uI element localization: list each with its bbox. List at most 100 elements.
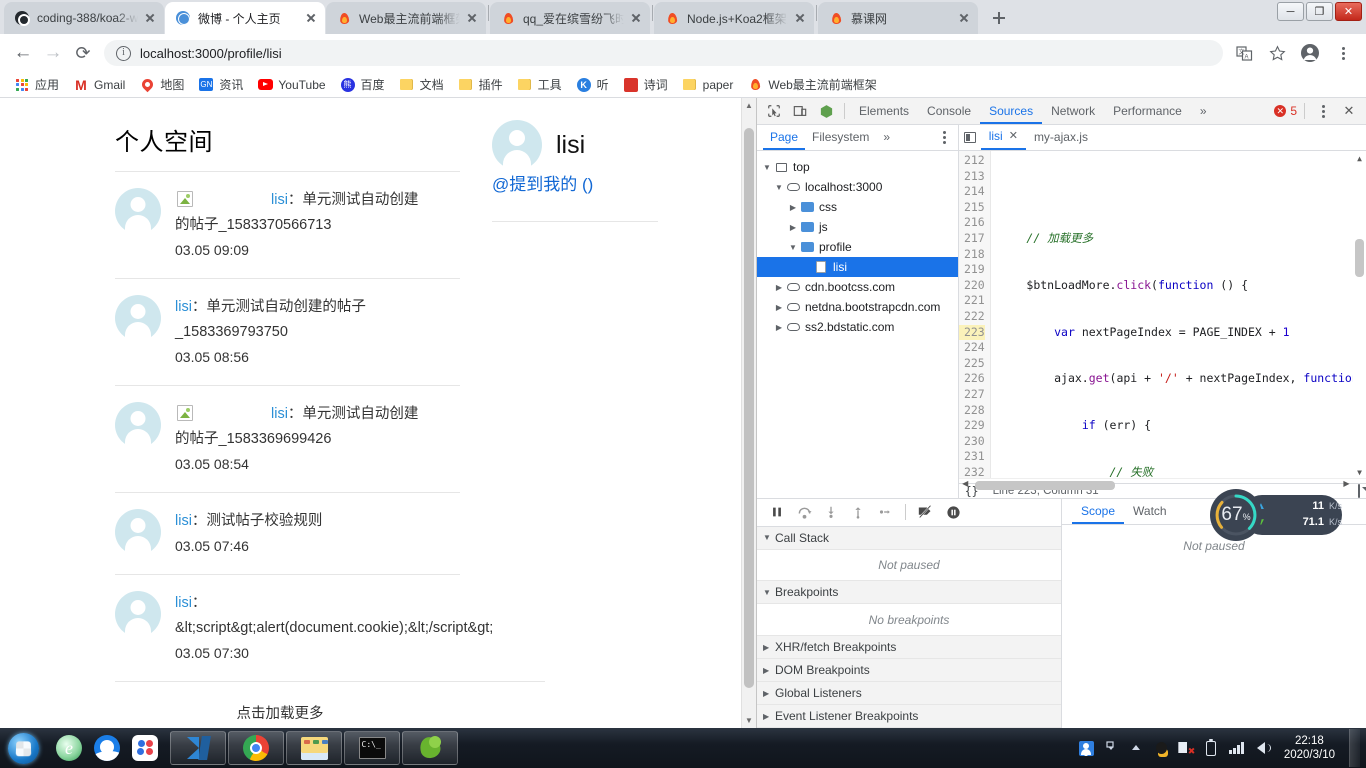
post-author[interactable]: lisi: [175, 595, 192, 611]
more-navigator-tabs-icon[interactable]: »: [876, 125, 897, 150]
minimize-button[interactable]: ─: [1277, 2, 1304, 21]
chevron-right-icon[interactable]: ▶: [787, 203, 799, 212]
chevron-right-icon[interactable]: ▶: [763, 666, 775, 675]
tree-node-profile[interactable]: ▼ profile: [757, 237, 958, 257]
close-icon[interactable]: [628, 10, 644, 26]
close-icon[interactable]: [142, 10, 158, 26]
bookmark-news[interactable]: GN 资讯: [192, 74, 249, 95]
signal-strength-icon[interactable]: [1228, 740, 1245, 757]
chrome-menu-icon[interactable]: [1328, 38, 1358, 68]
browser-tab-2[interactable]: Web最主流前端框架接触: [326, 2, 486, 34]
source-tab-my-ajax[interactable]: my-ajax.js: [1026, 125, 1096, 150]
step-into-icon[interactable]: [819, 500, 843, 524]
chevron-right-icon[interactable]: ▶: [773, 283, 785, 292]
tab-watch[interactable]: Watch: [1124, 499, 1176, 524]
mentions-link[interactable]: @提到我的 (): [492, 175, 593, 194]
bookmark-maps[interactable]: 地图: [133, 74, 190, 95]
network-error-icon[interactable]: [1178, 740, 1196, 757]
post-author[interactable]: lisi: [271, 406, 288, 422]
browser-tab-5[interactable]: 慕课网: [818, 2, 978, 34]
qq-icon[interactable]: [1153, 740, 1170, 757]
chevron-down-icon[interactable]: ▼: [787, 243, 799, 252]
bookmark-tools[interactable]: 工具: [511, 74, 568, 95]
bookmark-docs[interactable]: 文档: [393, 74, 450, 95]
section-header-dom-breakpoints[interactable]: ▶ DOM Breakpoints: [757, 659, 1061, 682]
profile-avatar-icon[interactable]: [1295, 38, 1325, 68]
close-icon[interactable]: [792, 10, 808, 26]
qq-browser-icon[interactable]: [90, 731, 124, 765]
bookmark-star-icon[interactable]: [1262, 38, 1292, 68]
maximize-button[interactable]: ❐: [1306, 2, 1333, 21]
tree-node-netdna[interactable]: ▶ netdna.bootstrapcdn.com: [757, 297, 958, 317]
deactivate-breakpoints-icon[interactable]: [914, 500, 938, 524]
scrollbar-thumb[interactable]: [1355, 239, 1364, 277]
section-header-event-listener-breakpoints[interactable]: ▶ Event Listener Breakpoints: [757, 705, 1061, 728]
close-window-button[interactable]: ✕: [1335, 2, 1362, 21]
tree-node-js[interactable]: ▶ js: [757, 217, 958, 237]
tree-node-cdn-bootcss[interactable]: ▶ cdn.bootcss.com: [757, 277, 958, 297]
chevron-right-icon[interactable]: ▶: [763, 643, 775, 652]
taskbar-nodejs-icon[interactable]: [402, 731, 458, 765]
scroll-down-arrow[interactable]: ▼: [1353, 465, 1366, 478]
device-toolbar-icon[interactable]: [787, 99, 813, 123]
navigator-menu-icon[interactable]: [932, 126, 958, 150]
post-author[interactable]: lisi: [175, 299, 192, 315]
scrollbar-thumb[interactable]: [744, 128, 754, 688]
bookmark-shici[interactable]: 诗词: [617, 74, 674, 95]
tab-elements[interactable]: Elements: [850, 98, 918, 124]
bookmark-baidu[interactable]: 熊 百度: [334, 74, 391, 95]
battery-icon[interactable]: [1203, 738, 1220, 757]
tab-filesystem[interactable]: Filesystem: [805, 125, 876, 150]
taskbar-vscode-icon[interactable]: [170, 731, 226, 765]
code-horizontal-scrollbar[interactable]: ◀ ▶: [958, 478, 1366, 491]
page-scrollbar[interactable]: ▲ ▼: [741, 98, 756, 728]
devtools-settings-icon[interactable]: [1310, 99, 1336, 123]
back-icon[interactable]: ←: [8, 38, 38, 68]
taskbar-file-explorer-icon[interactable]: [286, 731, 342, 765]
tab-network[interactable]: Network: [1042, 98, 1104, 124]
scroll-down-arrow[interactable]: ▼: [742, 713, 756, 728]
taskbar-clock[interactable]: 22:18 2020/3/10: [1278, 734, 1341, 762]
baidu-netdisk-icon[interactable]: [128, 731, 162, 765]
show-desktop-button[interactable]: [1349, 729, 1360, 767]
chevron-right-icon[interactable]: ▶: [773, 303, 785, 312]
tab-sources[interactable]: Sources: [980, 98, 1043, 124]
close-icon[interactable]: [303, 10, 319, 26]
bookmark-paper[interactable]: paper: [676, 75, 740, 95]
browser-tab-0[interactable]: coding-388/koa2-weib: [4, 2, 164, 34]
error-count-badge[interactable]: ✕ 5: [1274, 104, 1299, 118]
section-header-global-listeners[interactable]: ▶ Global Listeners: [757, 682, 1061, 705]
tab-page[interactable]: Page: [763, 125, 806, 150]
scroll-left-arrow[interactable]: ◀: [959, 479, 972, 492]
tree-node-top[interactable]: ▼ top: [757, 157, 958, 177]
post-author[interactable]: lisi: [175, 513, 192, 529]
pause-on-exceptions-icon[interactable]: [941, 500, 965, 524]
tab-scope[interactable]: Scope: [1072, 499, 1125, 524]
inspect-element-icon[interactable]: [761, 99, 787, 123]
step-out-icon[interactable]: [846, 500, 870, 524]
bookmark-plugins[interactable]: 插件: [452, 74, 509, 95]
site-info-icon[interactable]: i: [116, 45, 131, 61]
chevron-right-icon[interactable]: ▶: [763, 689, 775, 698]
show-hidden-icons-icon[interactable]: [1103, 740, 1120, 757]
tab-performance[interactable]: Performance: [1104, 98, 1191, 124]
start-button[interactable]: [0, 729, 46, 767]
bookmark-youtube[interactable]: YouTube: [251, 75, 331, 95]
volume-icon[interactable]: [1253, 740, 1272, 757]
bookmark-web-framework[interactable]: Web最主流前端框架: [741, 74, 882, 95]
reload-icon[interactable]: ⟳: [68, 38, 98, 68]
editor-settings-icon[interactable]: [1358, 484, 1360, 498]
tree-node-lisi[interactable]: lisi: [757, 257, 958, 277]
chevron-down-icon[interactable]: ▼: [761, 163, 773, 172]
chevron-right-icon[interactable]: ▶: [763, 712, 775, 721]
more-tabs-icon[interactable]: »: [1191, 98, 1216, 124]
code-vertical-scrollbar[interactable]: ▲ ▼: [1353, 151, 1366, 479]
section-header-call-stack[interactable]: ▼ Call Stack: [757, 526, 1061, 550]
source-tab-lisi[interactable]: lisi ✕: [980, 125, 1026, 150]
chevron-down-icon[interactable]: ▼: [763, 533, 775, 542]
scroll-up-arrow[interactable]: ▲: [1353, 151, 1366, 164]
section-header-breakpoints[interactable]: ▼ Breakpoints: [757, 581, 1061, 605]
load-more-button[interactable]: 点击加载更多: [115, 682, 445, 728]
step-over-icon[interactable]: [792, 500, 816, 524]
cpu-usage-gauge[interactable]: 67%: [1210, 489, 1262, 541]
